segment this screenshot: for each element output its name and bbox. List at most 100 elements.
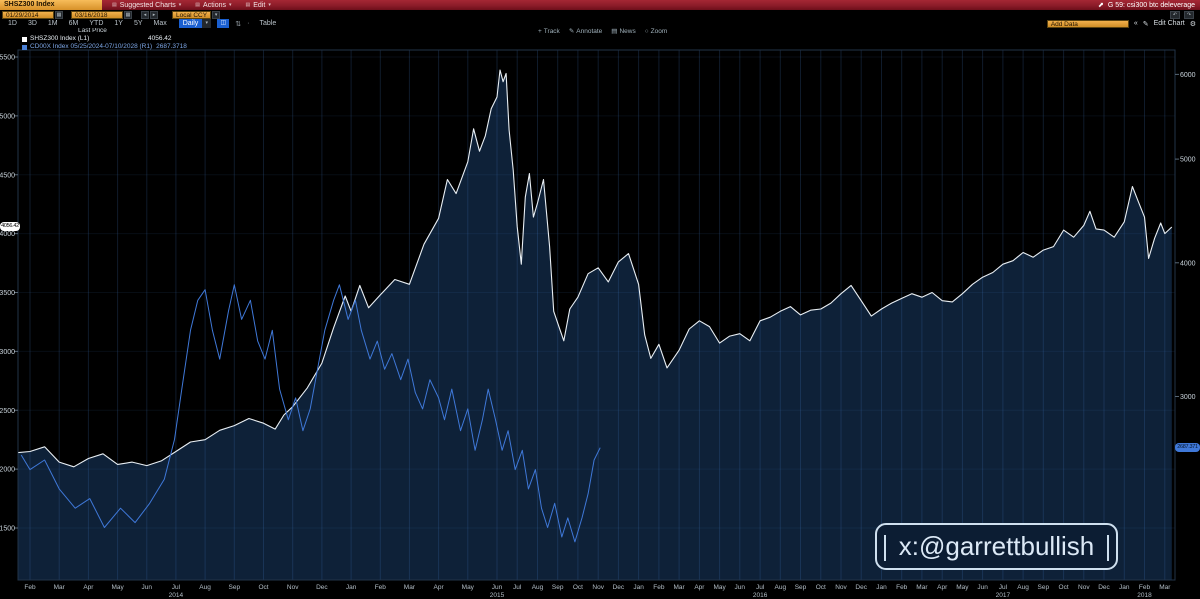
series-label: CD00X Index 05/25/2024-07/10/2028 (R1) — [30, 43, 152, 51]
chevron-down-icon[interactable]: ▾ — [212, 11, 220, 19]
x-axis-month-label: Oct — [573, 584, 583, 591]
left-axis-label: 3000 — [0, 349, 15, 356]
range-6m[interactable]: 6M — [69, 20, 79, 27]
x-axis-month-label: Feb — [896, 584, 908, 591]
range-buttons: 1D 3D 1M 6M YTD 1Y 5Y Max — [8, 20, 167, 27]
x-axis-month-label: May — [462, 584, 475, 591]
menu-suggested-charts[interactable]: ▤ Suggested Charts ▾ — [112, 2, 181, 9]
left-axis-label: 5000 — [0, 113, 15, 120]
annotate-icon: ✎ — [569, 27, 574, 35]
x-axis-month-label: Apr — [434, 584, 445, 591]
date-toolbar: 01/29/2014 ▦ 03/16/2018 ▦ ◂ ▸ Local CCY … — [0, 10, 1200, 19]
gear-icon[interactable]: ⚙ — [1190, 20, 1196, 28]
left-axis-label: 4500 — [0, 172, 15, 179]
add-data-input[interactable]: Add Data — [1047, 20, 1129, 28]
x-axis-month-label: Aug — [532, 584, 544, 591]
security-ticker-field[interactable]: SHSZ300 Index — [0, 0, 102, 10]
x-axis-month-label: Jan — [633, 584, 644, 591]
left-axis-label: 5500 — [0, 55, 15, 62]
track-button[interactable]: + Track — [538, 27, 560, 35]
legend-row-overlay[interactable]: CD00X Index 05/25/2024-07/10/2028 (R1) 2… — [22, 43, 187, 51]
x-axis-year-label: 2016 — [753, 592, 768, 599]
redo-icon[interactable]: ↷ — [1184, 11, 1194, 19]
range-max[interactable]: Max — [154, 20, 167, 27]
watermark-bar-left — [884, 535, 886, 561]
x-axis-month-label: Mar — [54, 584, 66, 591]
chart-actions: Add Data « ✎ Edit Chart ⚙ — [1047, 20, 1200, 28]
x-axis-month-label: May — [111, 584, 124, 591]
series-label: SHSZ300 Index (L1) — [30, 35, 148, 43]
menu-label: Suggested Charts — [120, 2, 176, 9]
news-icon: ▤ — [611, 27, 617, 35]
chart-type-button[interactable]: ◫ — [217, 19, 229, 28]
x-axis-month-label: Dec — [613, 584, 625, 591]
x-axis-month-label: Feb — [24, 584, 36, 591]
menu-label: Actions — [203, 2, 226, 9]
chart-canvas[interactable]: 5500500045004000350030002500200015006000… — [0, 0, 1200, 599]
legend-row-shsz300[interactable]: SHSZ300 Index (L1) 4056.42 — [22, 35, 187, 43]
currency-select[interactable]: Local CCY — [172, 11, 211, 19]
x-axis-month-label: Mar — [404, 584, 416, 591]
series-value: 4056.42 — [148, 35, 172, 43]
range-1d[interactable]: 1D — [8, 20, 17, 27]
x-axis-month-label: Jan — [346, 584, 357, 591]
x-axis-month-label: Nov — [592, 584, 604, 591]
calendar-icon[interactable]: ▦ — [124, 11, 132, 19]
menu-icon: ▤ — [112, 2, 117, 8]
export-icon[interactable]: ⬈ — [1098, 1, 1104, 9]
date-from-input[interactable]: 01/29/2014 — [2, 11, 54, 19]
edit-chart-button[interactable]: Edit Chart — [1154, 20, 1185, 27]
updown-icon[interactable]: ⇅ — [235, 20, 241, 28]
left-axis-label: 3500 — [0, 290, 15, 297]
x-axis-month-label: Nov — [835, 584, 847, 591]
zoom-icon: ○ — [645, 28, 649, 35]
annotate-button[interactable]: ✎ Annotate — [569, 27, 602, 35]
track-icon: + — [538, 28, 542, 35]
x-axis-month-label: Feb — [1139, 584, 1151, 591]
dot-separator: · — [247, 20, 249, 27]
x-axis-month-label: Aug — [775, 584, 787, 591]
calendar-icon[interactable]: ▦ — [55, 11, 63, 19]
x-axis-month-label: Sep — [795, 584, 807, 591]
right-axis-label: 6000 — [1180, 72, 1196, 79]
x-axis-month-label: Apr — [694, 584, 705, 591]
x-axis-month-label: Sep — [552, 584, 564, 591]
step-back-button[interactable]: ◂ — [141, 11, 149, 19]
menu-edit[interactable]: ▤ Edit ▾ — [246, 2, 271, 9]
range-5y[interactable]: 5Y — [134, 20, 143, 27]
x-axis-month-label: Sep — [1038, 584, 1050, 591]
period-select[interactable]: Daily ▾ — [179, 19, 212, 28]
title-bar: SHSZ300 Index ▤ Suggested Charts ▾ ▤ Act… — [0, 0, 1200, 10]
x-axis-year-label: 2017 — [996, 592, 1011, 599]
x-axis-month-label: Apr — [937, 584, 948, 591]
date-to-input[interactable]: 03/16/2018 — [71, 11, 123, 19]
x-axis-month-label: Nov — [287, 584, 299, 591]
x-axis-month-label: Feb — [375, 584, 387, 591]
track-label: Track — [544, 28, 560, 35]
chart-legend: Last Price SHSZ300 Index (L1) 4056.42 CD… — [22, 27, 187, 51]
range-1m[interactable]: 1M — [48, 20, 58, 27]
x-axis-month-label: Jul — [999, 584, 1008, 591]
range-1y[interactable]: 1Y — [114, 20, 123, 27]
x-axis-year-label: 2015 — [490, 592, 505, 599]
news-button[interactable]: ▤ News — [611, 27, 635, 35]
step-forward-button[interactable]: ▸ — [150, 11, 158, 19]
menu-icon: ▤ — [246, 2, 251, 8]
x-axis-month-label: Oct — [1059, 584, 1069, 591]
x-axis-month-label: Nov — [1078, 584, 1090, 591]
range-3d[interactable]: 3D — [28, 20, 37, 27]
x-axis-month-label: Sep — [229, 584, 241, 591]
x-axis-month-label: Jun — [735, 584, 746, 591]
menu-actions[interactable]: ▤ Actions ▾ — [195, 2, 231, 9]
zoom-button[interactable]: ○ Zoom — [645, 27, 668, 35]
range-ytd[interactable]: YTD — [89, 20, 103, 27]
x-axis-month-label: Jan — [1119, 584, 1130, 591]
table-button[interactable]: Table — [260, 20, 277, 27]
undo-icon[interactable]: ↶ — [1170, 11, 1180, 19]
menu-bar: ▤ Suggested Charts ▾ ▤ Actions ▾ ▤ Edit … — [112, 2, 271, 9]
collapse-icon[interactable]: « — [1134, 20, 1138, 27]
x-axis-year-label: 2014 — [169, 592, 184, 599]
pencil-icon[interactable]: ✎ — [1143, 20, 1149, 28]
watermark-bar-right — [1107, 535, 1109, 561]
x-axis-month-label: Aug — [199, 584, 211, 591]
